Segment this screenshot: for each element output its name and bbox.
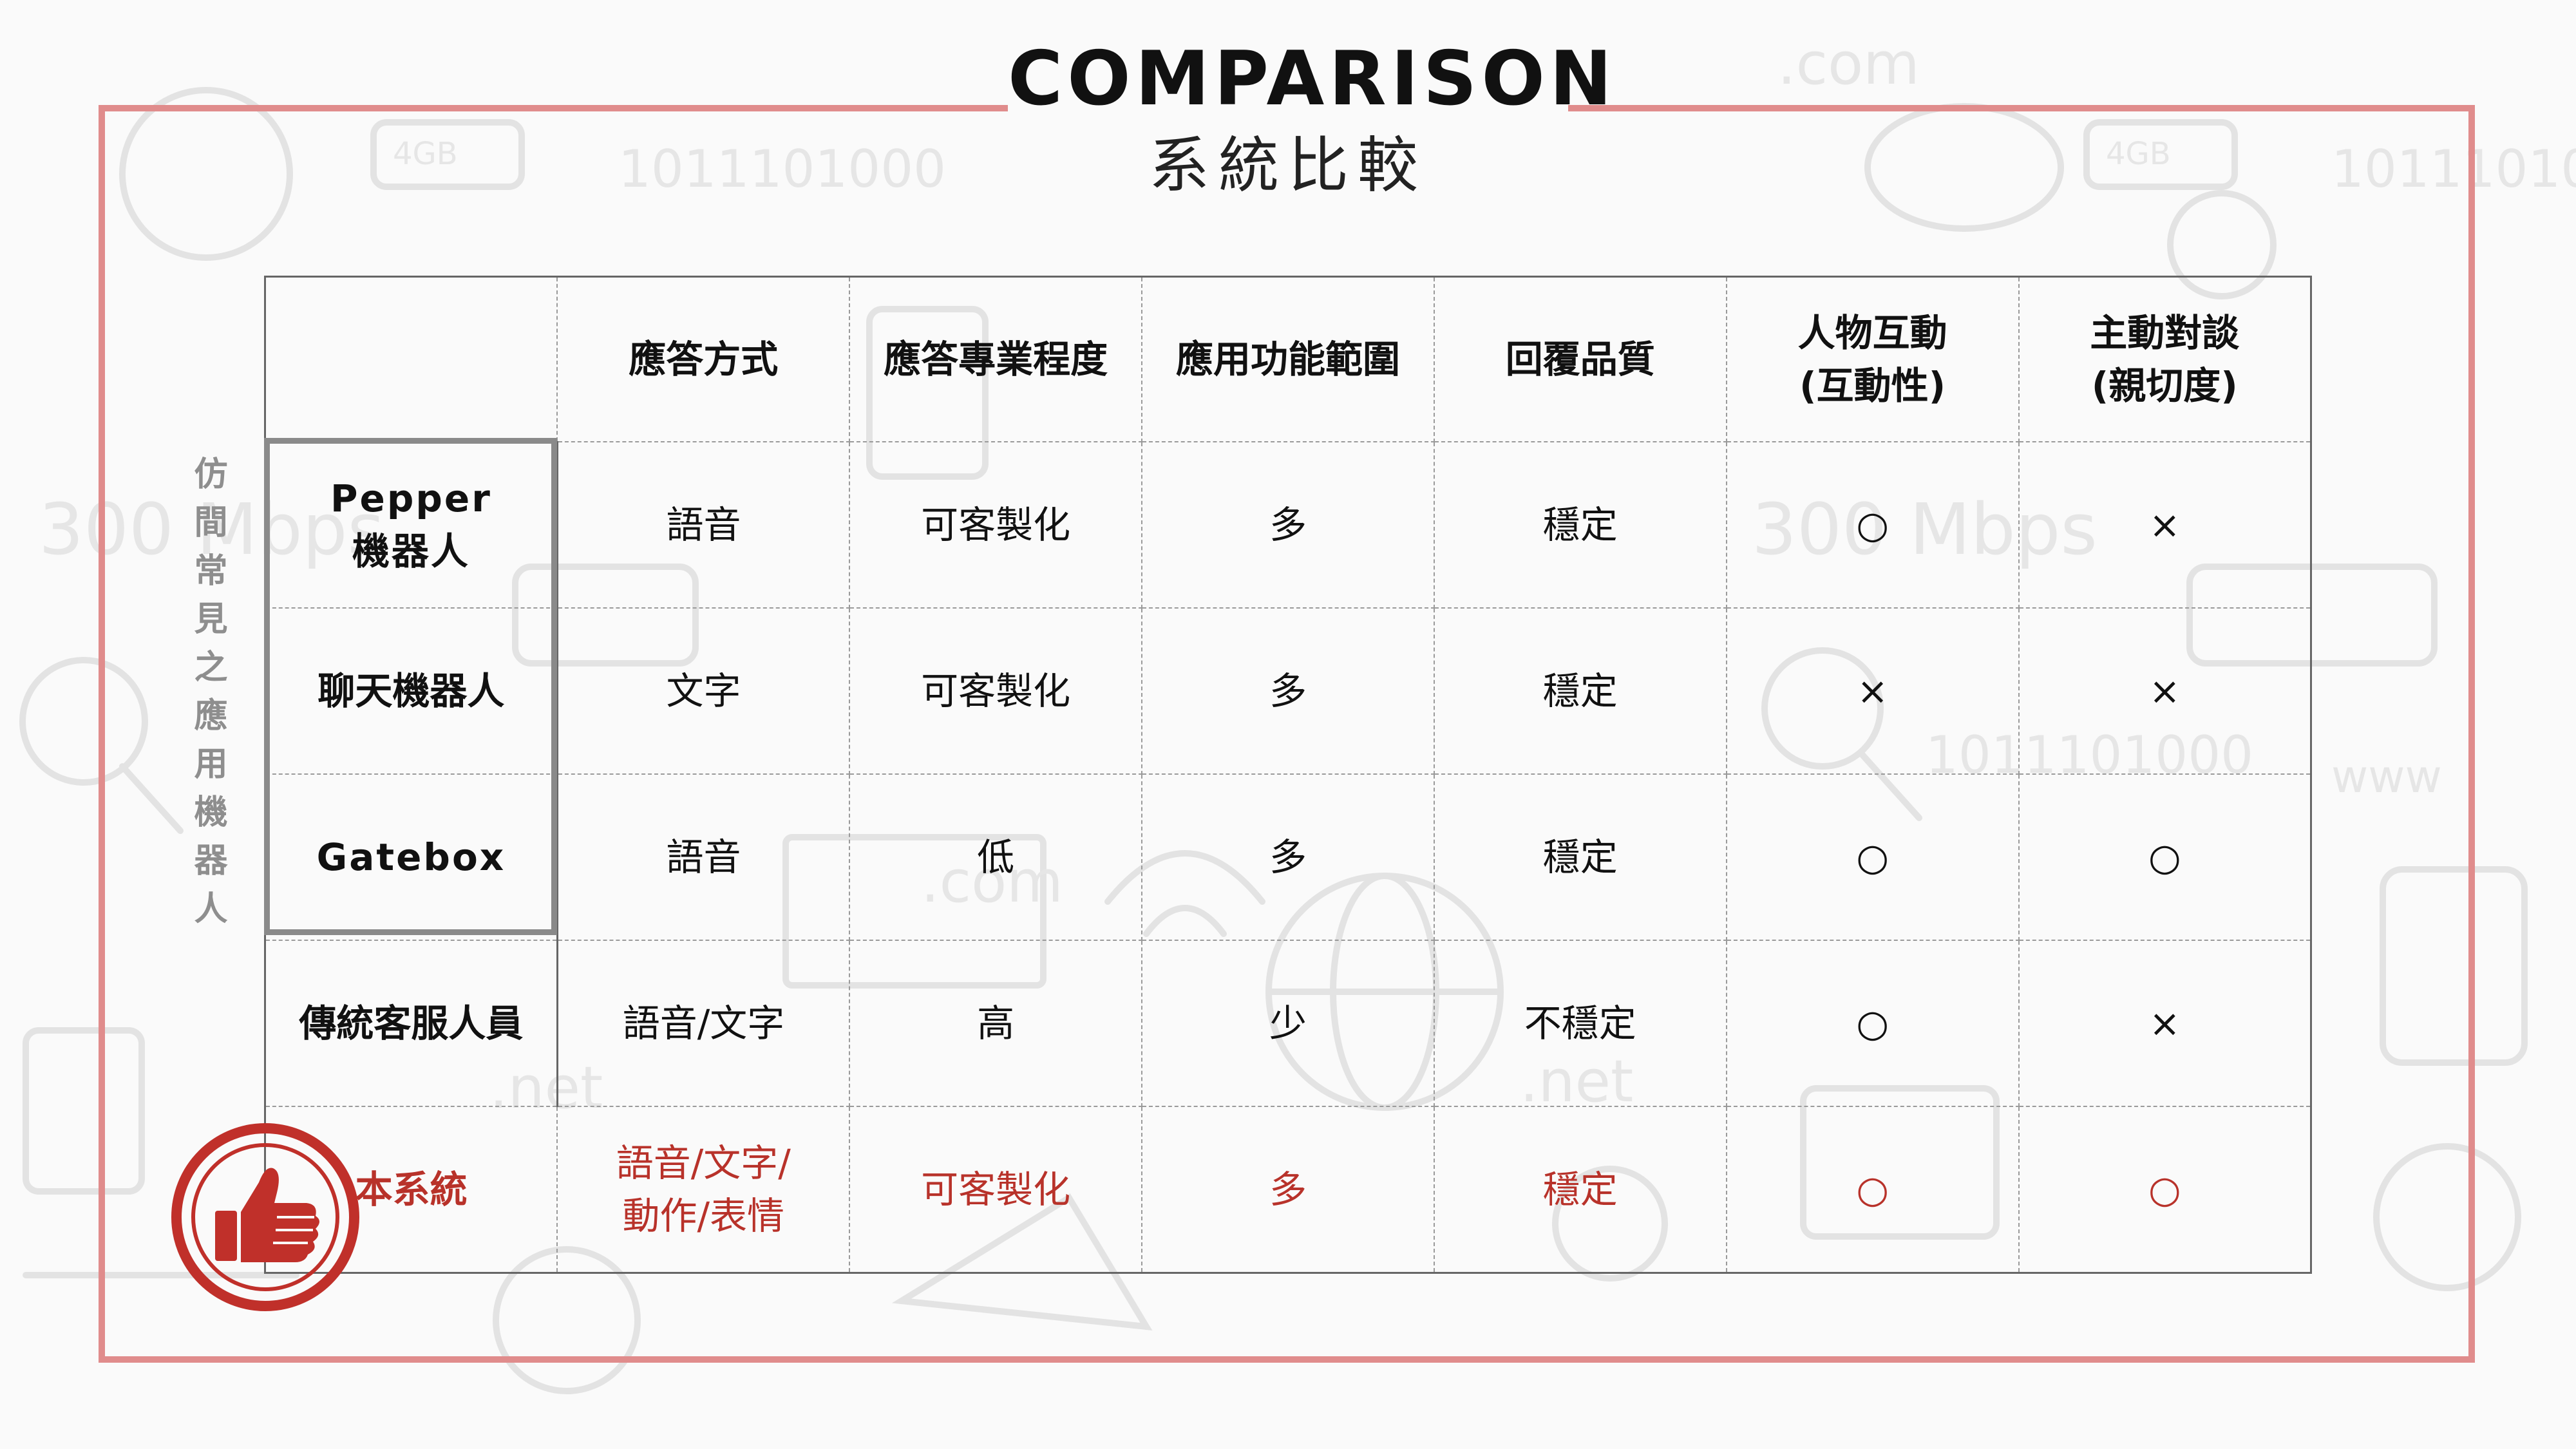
table-row-human-agent: 傳統客服人員 語音/文字 高 少 不穩定 ○ × (264, 940, 2312, 1107)
table-row-pepper: Pepper 機器人 語音 可客製化 多 穩定 ○ × (264, 441, 2312, 609)
header-cell: 應答方式 (556, 276, 851, 442)
page-title: COMPARISON (1008, 35, 1617, 122)
table-cell: 多 (1141, 607, 1435, 775)
row-header: 傳統客服人員 (264, 940, 558, 1107)
table-cell: 語音/文字 (556, 940, 851, 1107)
table-cell: 少 (1141, 940, 1435, 1107)
table-cell-symbol: × (2018, 441, 2312, 609)
table-row-chatbot: 聊天機器人 文字 可客製化 多 穩定 × × (264, 607, 2312, 775)
header-cell: 人物互動 (互動性) (1725, 276, 2020, 442)
table-cell: 穩定 (1433, 1106, 1727, 1274)
thumbs-up-stamp-icon (171, 1123, 359, 1311)
table-cell: 可客製化 (849, 607, 1143, 775)
title-block: COMPARISON 系統比較 (1008, 31, 1617, 218)
table-cell: 高 (849, 940, 1143, 1107)
table-cell: 多 (1141, 441, 1435, 609)
table-cell: 低 (849, 773, 1143, 941)
header-cell: 應用功能範圍 (1141, 276, 1435, 442)
table-cell: 穩定 (1433, 773, 1727, 941)
table-row-gatebox: Gatebox 語音 低 多 穩定 ○ ○ (264, 773, 2312, 941)
page-subtitle: 系統比較 (1148, 131, 1427, 201)
comparison-table: 應答方式 應答專業程度 應用功能範圍 回覆品質 人物互動 (互動性) 主動對談 … (264, 276, 2312, 1274)
header-cell-empty (264, 276, 558, 442)
table-cell: 穩定 (1433, 607, 1727, 775)
table-cell: 語音 (556, 441, 851, 609)
table-cell-symbol: ○ (1725, 773, 2020, 941)
row-header: Gatebox (264, 773, 558, 941)
table-cell: 可客製化 (849, 441, 1143, 609)
table-cell-symbol: ○ (2018, 1106, 2312, 1274)
row-header: 聊天機器人 (264, 607, 558, 775)
table-cell: 多 (1141, 1106, 1435, 1274)
table-cell: 語音 (556, 773, 851, 941)
table-cell-symbol: ○ (1725, 441, 2020, 609)
table-cell: 可客製化 (849, 1106, 1143, 1274)
table-cell: 多 (1141, 773, 1435, 941)
table-cell: 穩定 (1433, 441, 1727, 609)
table-cell-symbol: ○ (1725, 940, 2020, 1107)
table-row-this-system: 本系統 語音/文字/ 動作/表情 可客製化 多 穩定 ○ ○ (264, 1106, 2312, 1274)
table-cell: 文字 (556, 607, 851, 775)
table-header-row: 應答方式 應答專業程度 應用功能範圍 回覆品質 人物互動 (互動性) 主動對談 … (264, 276, 2312, 442)
svg-text:.com: .com (1777, 30, 1920, 98)
table-cell-symbol: × (1725, 607, 2020, 775)
header-cell: 回覆品質 (1433, 276, 1727, 442)
table-cell-symbol: ○ (1725, 1106, 2020, 1274)
side-group-label: 仿間常見之應用機器人 (194, 455, 228, 929)
table-cell: 不穩定 (1433, 940, 1727, 1107)
table-cell: 語音/文字/ 動作/表情 (556, 1106, 851, 1274)
header-cell: 主動對談 (親切度) (2018, 276, 2312, 442)
table-cell-symbol: × (2018, 940, 2312, 1107)
table-cell-symbol: ○ (2018, 773, 2312, 941)
table-cell-symbol: × (2018, 607, 2312, 775)
row-header: Pepper 機器人 (264, 441, 558, 609)
header-cell: 應答專業程度 (849, 276, 1143, 442)
